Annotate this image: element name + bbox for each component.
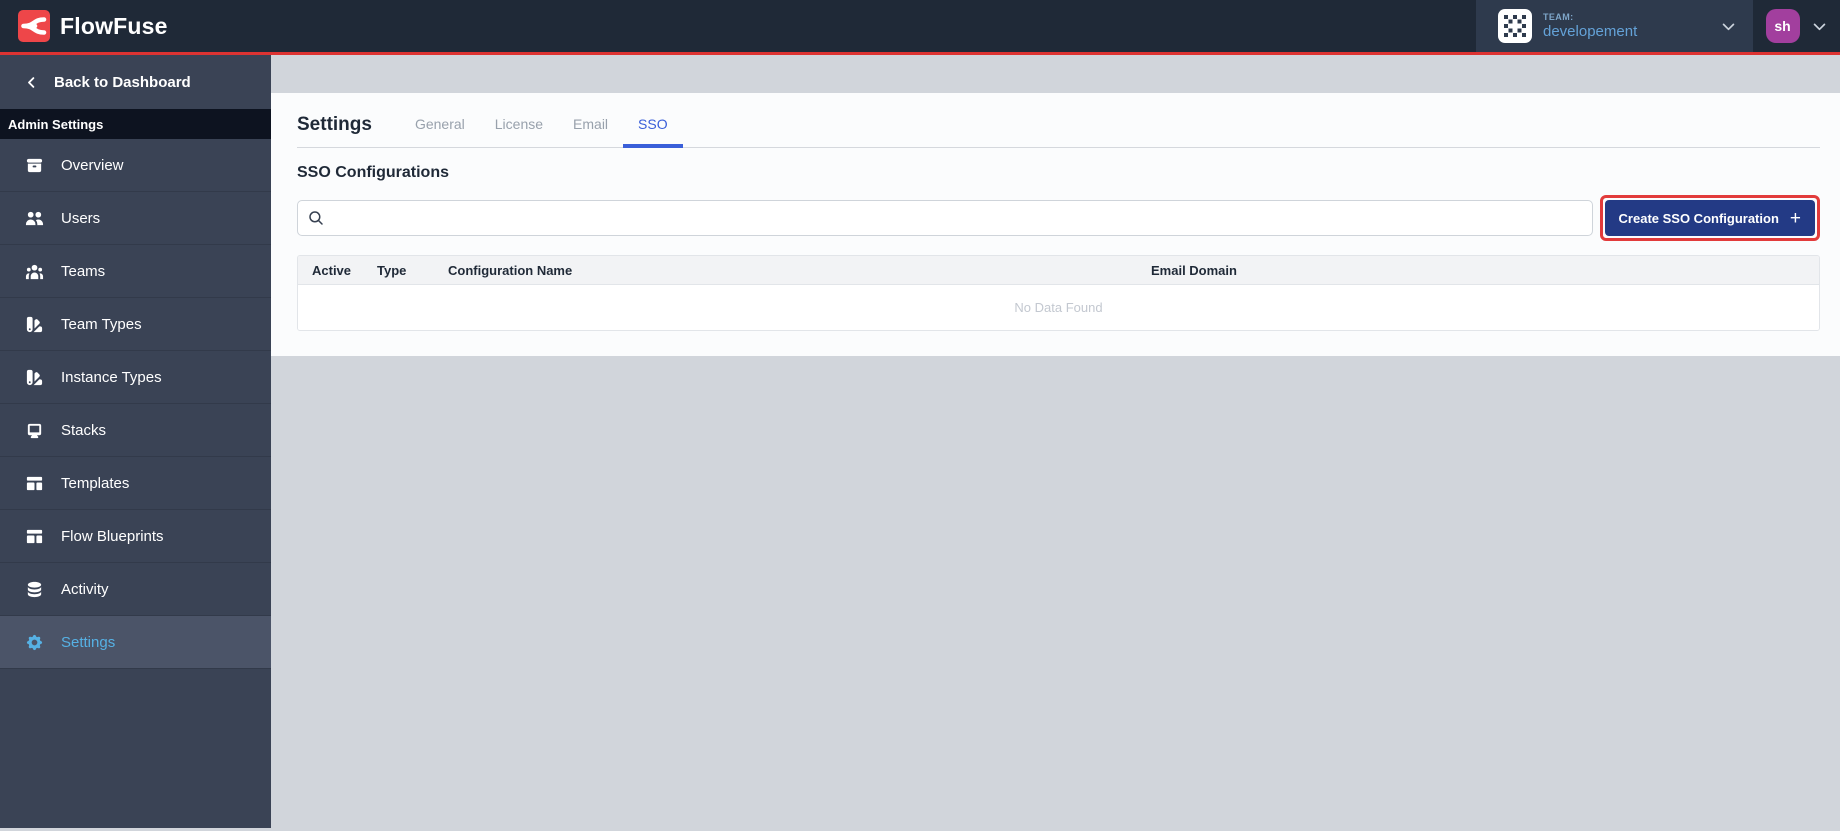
toolbar: Create SSO Configuration + [297, 195, 1820, 241]
sidebar-item-label: Flow Blueprints [61, 527, 164, 545]
tab-sso[interactable]: SSO [623, 116, 683, 148]
activity-icon [27, 581, 42, 597]
sidebar-item-activity[interactable]: Activity [0, 563, 271, 616]
sso-configurations-table: Active Type Configuration Name Email Dom… [297, 255, 1820, 331]
tab-email[interactable]: Email [558, 116, 623, 148]
sidebar-item-label: Instance Types [61, 368, 162, 386]
sidebar-item-label: Team Types [61, 315, 142, 333]
table-header-row: Active Type Configuration Name Email Dom… [298, 256, 1819, 285]
sidebar-item-team-types[interactable]: Team Types [0, 298, 271, 351]
settings-icon [26, 634, 43, 650]
sidebar-item-label: Teams [61, 262, 106, 280]
search-wrap [297, 200, 1593, 236]
stacks-icon [27, 423, 42, 438]
tab-general[interactable]: General [400, 116, 480, 148]
sidebar-item-label: Users [61, 209, 101, 227]
search-input[interactable] [297, 200, 1593, 236]
overview-icon [26, 158, 43, 172]
page-title: Settings [297, 114, 372, 135]
table-empty-row: No Data Found [298, 285, 1819, 330]
sidebar-item-templates[interactable]: Templates [0, 457, 271, 510]
column-header-configuration-name: Configuration Name [448, 262, 573, 278]
templates-icon [26, 476, 43, 490]
app-header: FlowFuse TEAM: developement sh [0, 0, 1840, 55]
brand[interactable]: FlowFuse [0, 0, 168, 52]
sidebar-item-label: Activity [61, 580, 109, 598]
teams-icon [25, 264, 44, 279]
search-icon [309, 211, 323, 225]
team-name: developement [1543, 22, 1638, 40]
team-selector[interactable]: TEAM: developement [1476, 0, 1753, 52]
section-title: SSO Configurations [297, 164, 449, 181]
create-button-label: Create SSO Configuration [1618, 210, 1779, 226]
settings-header-row: Settings General License Email SSO [297, 93, 1820, 148]
users-icon [25, 211, 44, 225]
team-types-icon [26, 316, 43, 332]
tab-license[interactable]: License [480, 116, 558, 148]
sidebar-item-stacks[interactable]: Stacks [0, 404, 271, 457]
column-header-active: Active [312, 262, 352, 278]
admin-sidebar: Back to Dashboard Admin Settings Overvie… [0, 55, 271, 828]
sidebar-item-flow-blueprints[interactable]: Flow Blueprints [0, 510, 271, 563]
instance-types-icon [26, 369, 43, 385]
annotation-highlight-box: Create SSO Configuration + [1599, 195, 1820, 241]
top-gap [271, 55, 1840, 93]
sidebar-item-label: Settings [61, 633, 116, 651]
sidebar-item-teams[interactable]: Teams [0, 245, 271, 298]
content-panel: Settings General License Email SSO SSO C… [271, 93, 1840, 356]
sidebar-item-overview[interactable]: Overview [0, 139, 271, 192]
plus-icon: + [1789, 207, 1801, 229]
column-header-type: Type [377, 262, 407, 278]
user-menu[interactable]: sh [1753, 0, 1840, 52]
blueprints-icon [26, 529, 43, 543]
back-label: Back to Dashboard [54, 73, 191, 91]
team-identicon-icon [1498, 9, 1532, 43]
column-header-email-domain: Email Domain [1151, 262, 1237, 278]
brand-name: FlowFuse [60, 12, 168, 39]
sidebar-item-users[interactable]: Users [0, 192, 271, 245]
sidebar-item-label: Templates [61, 474, 130, 492]
chevron-down-icon [1813, 23, 1825, 30]
chevron-left-icon [28, 76, 35, 88]
team-label: TEAM: [1543, 12, 1574, 23]
sidebar-item-settings[interactable]: Settings [0, 616, 271, 669]
avatar: sh [1765, 9, 1800, 43]
create-sso-configuration-button[interactable]: Create SSO Configuration + [1604, 200, 1815, 236]
flowfuse-logo-icon [18, 10, 50, 42]
chevron-down-icon [1722, 23, 1735, 30]
back-to-dashboard[interactable]: Back to Dashboard [0, 55, 271, 109]
sidebar-item-instance-types[interactable]: Instance Types [0, 351, 271, 404]
sidebar-item-label: Overview [61, 156, 124, 174]
sidebar-item-label: Stacks [61, 421, 107, 439]
main-area: Settings General License Email SSO SSO C… [271, 55, 1840, 828]
sidebar-section-header: Admin Settings [0, 109, 271, 139]
